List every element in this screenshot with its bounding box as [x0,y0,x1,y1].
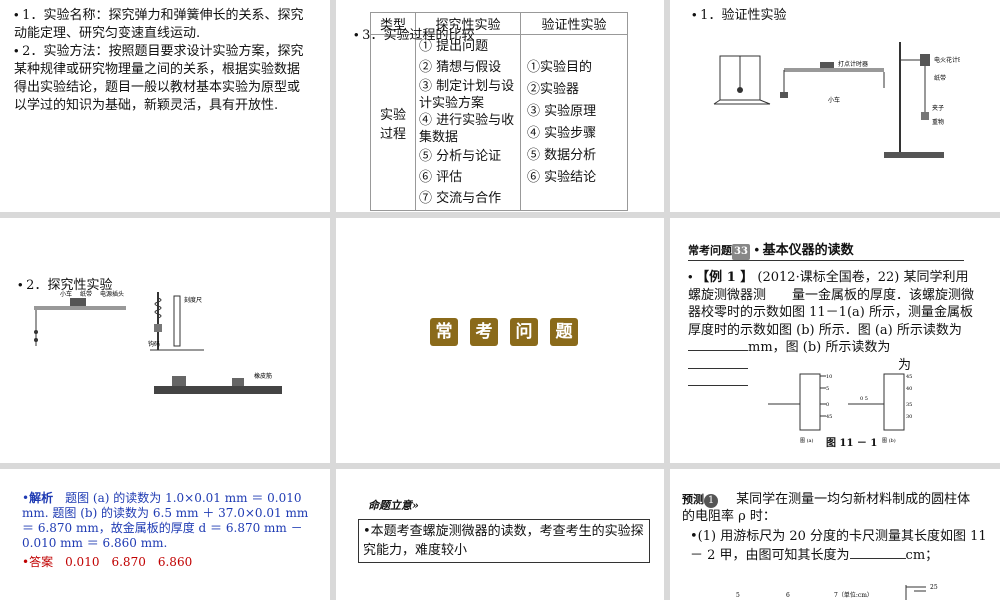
svg-text:0 5: 0 5 [860,396,868,402]
slide-1: • 1．实验名称：探究弹力和弹簧伸长的关系、探究动能定理、研究匀变速直线运动. … [0,0,330,212]
svg-text:小车: 小车 [828,96,840,104]
svg-text:电源插头: 电源插头 [100,290,124,298]
svg-text:5: 5 [736,592,740,599]
verify-steps: ①实验目的 ②实验器 ③ 实验原理 ④ 实验步骤 ⑤ 数据分析 ⑥ 实验结论 [520,34,628,211]
section-title: 命题立意» [368,499,419,512]
svg-text:25: 25 [930,584,938,591]
vernier-caliper-figure: 5 6 7（单位:cm） 25 [736,584,938,600]
slide-heading: • 3．实验过程的比较 [354,27,475,43]
number-badge: 33 [732,244,750,260]
pendulum-apparatus-figure [713,55,771,105]
svg-text:40: 40 [906,386,912,392]
question-1: •(1) 用游标尺为 20 分度的卡尺测量其长度如图 11 － 2 甲，由图可知… [690,529,987,563]
number-badge: 1 [704,494,718,508]
intent-box: •本题考查螺旋测微器的读数，考查考生的实验探究能力，难度较小 [358,519,650,563]
svg-text:小车: 小车 [60,290,72,298]
svg-text:钩码: 钩码 [148,340,160,348]
svg-text:纸带: 纸带 [934,74,946,82]
answer-text: •答案 0.010 6.870 6.860 [22,555,193,569]
svg-text:图 (b): 图 (b) [882,437,896,444]
cart-rubber-band-figure: 小车 纸带 电源插头 [34,290,126,346]
seal-char: 常 [430,318,458,346]
bullet-item: • 2．实验方法：按照题目要求设计实验方案，探究某种规律或研究物理量之间的关系，… [14,43,304,113]
explore-steps: ① 提出问题 ② 猜想与假设 ③ 制定计划与设计实验方案 ④ 进行实验与收集数据… [415,34,521,211]
slide-8: 命题立意» •本题考查螺旋测微器的读数，考查考生的实验探究能力，难度较小 [336,469,664,600]
svg-text:0: 0 [826,402,829,408]
col-header: 验证性实验 [520,12,628,35]
svg-text:10: 10 [826,374,832,380]
svg-text:7（单位:cm）: 7（单位:cm） [834,591,873,599]
spring-scale-figure: 刻度尺 钩码 [148,292,204,351]
figure-caption: 图 11 － 1 [826,438,878,449]
section-title-seals: 常考问题 [424,318,584,346]
svg-text:电火花计时器: 电火花计时器 [934,56,960,64]
free-fall-apparatus-figure: 电火花计时器 纸带 夹子 重物 [884,42,960,158]
svg-text:5: 5 [826,386,829,392]
rubber-band-track-figure: 橡皮筋 [154,372,282,394]
slide-9: 预测 1 某同学在测量一均匀新材料制成的圆柱体的电阻率 ρ 时： •(1) 用游标… [670,469,1000,600]
svg-text:6: 6 [786,592,790,599]
svg-text:重物: 重物 [932,118,944,126]
svg-text:45: 45 [826,414,832,420]
question-intro: 预测 1 某同学在测量一均匀新材料制成的圆柱体的电阻率 ρ 时： [682,492,971,524]
slide-4: • 2．探究性实验 小车 纸带 电源插头 刻度尺 钩码 橡皮筋 [0,218,330,463]
cart-track-figure: 小车 打点计时器 [780,60,885,104]
svg-text:打点计时器: 打点计时器 [838,60,868,68]
slide-header: 常考问题 33 • 基本仪器的读数 [688,242,964,261]
svg-text:35: 35 [906,402,912,408]
bullet-item: • 1．实验名称：探究弹力和弹簧伸长的关系、探究动能定理、研究匀变速直线运动. [14,7,304,41]
slide-6: 常考问题 33 • 基本仪器的读数 • 【例 1 】 (2012·课标全国卷，22… [670,218,1000,463]
seal-char: 考 [470,318,498,346]
slide-5: 常考问题 [336,218,664,463]
analysis-text: •解析 题图 (a) 的读数为 1.0×0.01 mm ＝ 0.010 mm. … [22,491,309,550]
svg-text:刻度尺: 刻度尺 [184,296,202,304]
slide-2: 类型 探究性实验 验证性实验 实验过程 ① 提出问题 ② 猜想与假设 ③ 制定计… [336,0,664,212]
svg-text:45: 45 [906,374,912,380]
svg-text:夹子: 夹子 [932,104,944,112]
svg-text:30: 30 [906,414,912,420]
slide-3: • 1．验证性实验 小车 打点计时器 电火花计时器 纸带 夹子 重物 [670,0,1000,212]
seal-char: 问 [510,318,538,346]
svg-text:纸带: 纸带 [80,290,92,298]
svg-text:图 (a): 图 (a) [800,437,814,444]
seal-char: 题 [550,318,578,346]
slide-heading: • 1．验证性实验 [692,7,787,23]
svg-text:橡皮筋: 橡皮筋 [254,372,272,380]
slide-7: •解析 题图 (a) 的读数为 1.0×0.01 mm ＝ 0.010 mm. … [0,469,330,600]
row-label: 实验过程 [370,34,416,211]
